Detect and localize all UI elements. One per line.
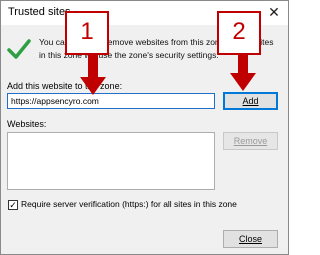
close-icon[interactable]: ✕ <box>266 4 282 20</box>
step-2-arrow-icon <box>230 55 256 91</box>
remove-button-label: Remove <box>233 136 268 146</box>
close-button[interactable]: Close <box>223 230 278 248</box>
remove-button[interactable]: Remove <box>223 132 278 150</box>
add-button[interactable]: Add <box>223 92 278 110</box>
websites-label: Websites: <box>7 119 47 129</box>
step-1-arrow-icon <box>80 55 106 95</box>
require-verification-label: Require server verification (https:) for… <box>21 199 237 209</box>
websites-list[interactable] <box>7 132 215 190</box>
require-verification-checkbox[interactable]: ✓ <box>8 200 18 210</box>
checkmark-icon <box>7 39 31 59</box>
add-button-label: Add <box>242 96 259 106</box>
step-2-callout: 2 <box>217 11 261 55</box>
step-1-callout: 1 <box>65 11 109 55</box>
website-url-input[interactable] <box>7 93 215 109</box>
close-button-label: Close <box>238 234 262 244</box>
dialog-title: Trusted sites <box>8 6 71 18</box>
